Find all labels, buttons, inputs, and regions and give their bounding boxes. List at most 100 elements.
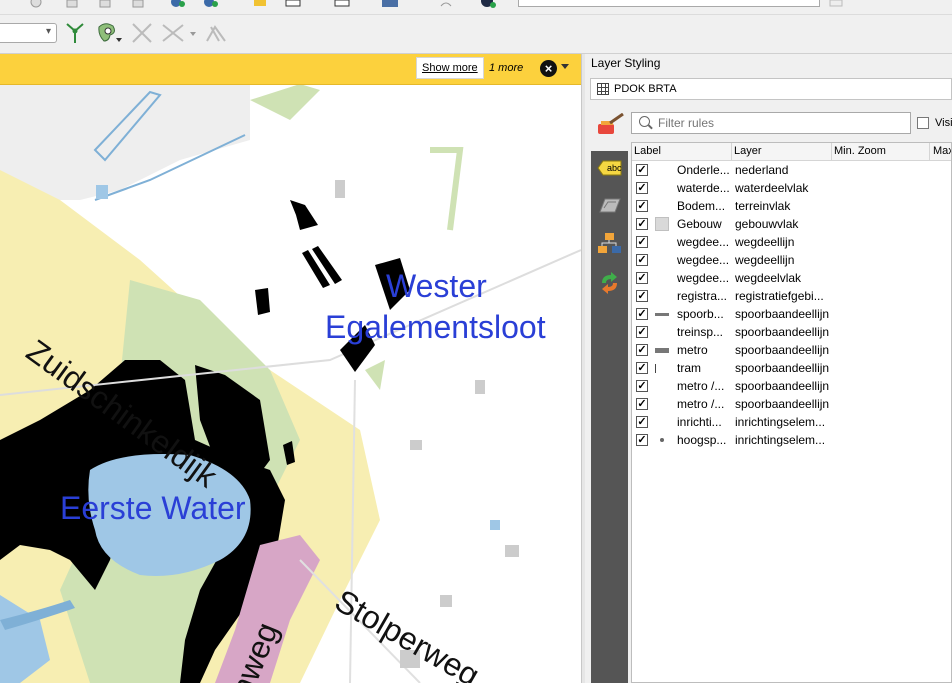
zoom-layer-icon[interactable] — [200, 0, 220, 12]
rule-symbol-icon — [653, 199, 669, 213]
reshape-features-icon[interactable] — [95, 21, 125, 45]
rule-row[interactable]: ✓ wegdee... wegdeellijn — [632, 233, 951, 251]
rule-row[interactable]: ✓ metro /... spoorbaandeellijn — [632, 395, 951, 413]
rule-row[interactable]: ✓ treinsp... spoorbaandeellijn — [632, 323, 951, 341]
filter-rules-input[interactable] — [631, 112, 911, 134]
rule-visibility-checkbox[interactable]: ✓ — [636, 416, 648, 428]
rule-row[interactable]: ✓ waterde... waterdeelvlak — [632, 179, 951, 197]
close-message-icon[interactable]: × — [540, 60, 557, 77]
rule-label: Gebouw — [677, 217, 722, 231]
rule-visibility-checkbox[interactable]: ✓ — [636, 362, 648, 374]
undo-icon[interactable] — [436, 0, 456, 12]
rule-visibility-checkbox[interactable]: ✓ — [636, 434, 648, 446]
rule-layer: terreinvlak — [735, 199, 791, 213]
preview-icon[interactable] — [332, 0, 352, 12]
vertex-tool-icon[interactable] — [64, 21, 86, 45]
rule-visibility-checkbox[interactable]: ✓ — [636, 254, 648, 266]
rule-visibility-checkbox[interactable]: ✓ — [636, 164, 648, 176]
rule-row[interactable]: ✓ Gebouw gebouwvlak — [632, 215, 951, 233]
rule-row[interactable]: ✓ spoorb... spoorbaandeellijn — [632, 305, 951, 323]
column-header-layer[interactable]: Layer — [734, 145, 762, 157]
visible-rules-checkbox[interactable] — [917, 117, 929, 129]
column-header-max-zoom[interactable]: Max — [933, 145, 951, 157]
rule-row[interactable]: ✓ wegdee... wegdeellijn — [632, 251, 951, 269]
print-icon[interactable] — [283, 0, 303, 12]
rule-symbol-icon — [653, 217, 669, 231]
rule-label: Onderle... — [677, 163, 729, 177]
rule-visibility-checkbox[interactable]: ✓ — [636, 236, 648, 248]
rule-symbol-icon — [653, 397, 669, 411]
rule-label: treinsp... — [677, 325, 724, 339]
folder-icon[interactable] — [250, 0, 270, 12]
rule-visibility-checkbox[interactable]: ✓ — [636, 398, 648, 410]
delete-part-icon[interactable] — [130, 21, 154, 45]
rule-row[interactable]: ✓ inrichti... inrichtingselem... — [632, 413, 951, 431]
history-icon[interactable] — [596, 271, 623, 295]
filter-rules-field[interactable] — [658, 115, 898, 130]
rule-layer: nederland — [735, 163, 789, 177]
rule-row[interactable]: ✓ registra... registratiefgebi... — [632, 287, 951, 305]
search-icon — [639, 116, 650, 127]
rule-row[interactable]: ✓ hoogsp... inrichtingselem... — [632, 431, 951, 449]
svg-text:abc: abc — [607, 163, 622, 173]
rule-row[interactable]: ✓ metro /... spoorbaandeellijn — [632, 377, 951, 395]
plugin-icon[interactable] — [478, 0, 498, 12]
column-divider[interactable] — [731, 143, 732, 160]
table-icon[interactable] — [380, 0, 400, 12]
show-more-button[interactable]: Show more — [416, 57, 484, 79]
rule-row[interactable]: ✓ Bodem... terreinvlak — [632, 197, 951, 215]
paintbrush-icon — [598, 113, 624, 134]
rule-visibility-checkbox[interactable]: ✓ — [636, 344, 648, 356]
rule-row[interactable]: ✓ Onderle... nederland — [632, 161, 951, 179]
digitizing-toolbar: ▾ — [0, 15, 952, 54]
rule-label: hoogsp... — [677, 433, 727, 447]
close-menu-chevron-icon[interactable] — [561, 64, 569, 69]
rule-visibility-checkbox[interactable]: ✓ — [636, 272, 648, 284]
split-features-icon[interactable] — [160, 21, 200, 45]
locator-search-input[interactable] — [518, 0, 820, 7]
rule-layer: wegdeelvlak — [735, 271, 802, 285]
layer-select[interactable]: PDOK BRTA — [590, 78, 952, 100]
rule-label: tram — [677, 361, 701, 375]
column-divider[interactable] — [831, 143, 832, 160]
styling-sidebar: abc — [591, 151, 628, 683]
rule-layer: spoorbaandeellijn — [735, 379, 830, 393]
rule-row[interactable]: ✓ metro spoorbaandeellijn — [632, 341, 951, 359]
rule-label: wegdee... — [677, 253, 729, 267]
rule-symbol-icon — [653, 433, 669, 447]
rule-layer: wegdeellijn — [735, 235, 795, 249]
map-canvas[interactable]: Zuidschinkeldijk Wester Egalementsloot E… — [0, 54, 581, 683]
document-icon[interactable] — [62, 0, 82, 12]
add-layer-icon[interactable] — [167, 0, 187, 12]
label-abc-icon[interactable]: abc — [596, 156, 623, 180]
toolbar-combo[interactable]: ▾ — [0, 23, 57, 43]
offset-curve-icon[interactable] — [203, 21, 229, 45]
rule-symbol-icon — [653, 235, 669, 249]
rule-layer: inrichtingselem... — [735, 415, 826, 429]
rule-layer: waterdeelvlak — [735, 181, 809, 195]
column-divider[interactable] — [929, 143, 930, 160]
rule-symbol-icon — [653, 271, 669, 285]
rule-visibility-checkbox[interactable]: ✓ — [636, 182, 648, 194]
rule-row[interactable]: ✓ tram spoorbaandeellijn — [632, 359, 951, 377]
rule-visibility-checkbox[interactable]: ✓ — [636, 308, 648, 320]
copy-icon[interactable] — [95, 0, 115, 12]
map-label-egalementsloot: Egalementsloot — [325, 309, 546, 345]
rule-tree-icon[interactable] — [596, 231, 623, 255]
vector-tile-layer-icon — [597, 83, 609, 95]
rule-visibility-checkbox[interactable]: ✓ — [636, 290, 648, 302]
rule-visibility-checkbox[interactable]: ✓ — [636, 218, 648, 230]
pan-icon[interactable] — [26, 0, 46, 12]
rule-symbol-icon — [653, 181, 669, 195]
masking-icon[interactable] — [596, 194, 623, 218]
rule-row[interactable]: ✓ wegdee... wegdeelvlak — [632, 269, 951, 287]
column-header-min-zoom[interactable]: Min. Zoom — [834, 145, 886, 157]
rule-symbol-icon — [653, 415, 669, 429]
column-header-label[interactable]: Label — [634, 145, 661, 157]
rule-visibility-checkbox[interactable]: ✓ — [636, 380, 648, 392]
clear-search-icon[interactable] — [826, 0, 846, 12]
rule-label: inrichti... — [677, 415, 722, 429]
rule-visibility-checkbox[interactable]: ✓ — [636, 200, 648, 212]
edit-icon[interactable] — [128, 0, 148, 12]
rule-visibility-checkbox[interactable]: ✓ — [636, 326, 648, 338]
